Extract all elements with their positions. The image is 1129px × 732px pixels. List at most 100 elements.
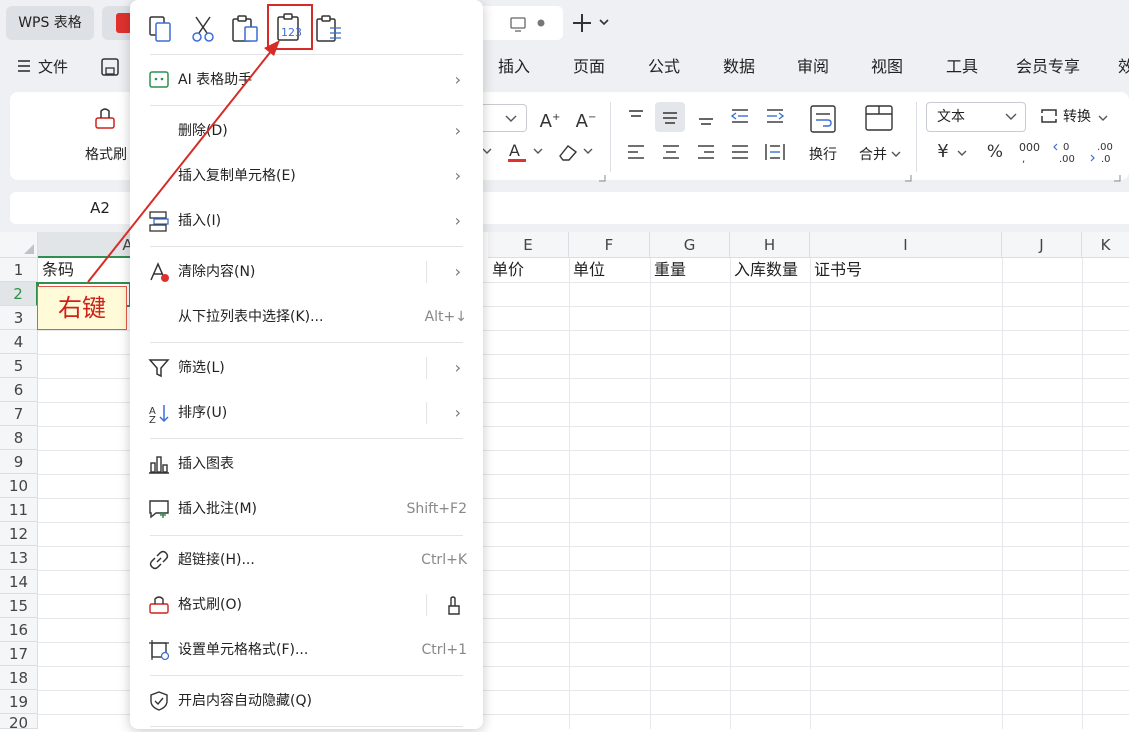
menu-item-hyperlink[interactable]: 超链接(H)... Ctrl+K xyxy=(130,544,483,576)
merge-cells-label[interactable]: 合并 xyxy=(855,144,891,164)
merge-cells-icon[interactable] xyxy=(864,104,894,138)
align-top-icon[interactable] xyxy=(622,102,650,134)
row-header-13[interactable]: 13 xyxy=(0,546,38,570)
paste-icon[interactable] xyxy=(230,14,260,44)
menu-item-insert-comment[interactable]: 插入批注(M) Shift+F2 xyxy=(130,493,483,525)
row-header-8[interactable]: 8 xyxy=(0,426,38,450)
row-header-20[interactable]: 20 xyxy=(0,714,38,732)
clear-format-icon[interactable] xyxy=(556,140,596,170)
copy-icon[interactable] xyxy=(146,14,176,44)
menu-item-ai-assistant[interactable]: AI 表格助手 › xyxy=(130,64,483,96)
increase-indent-icon[interactable] xyxy=(761,102,789,134)
dropdown-arrow-icon[interactable] xyxy=(482,144,492,162)
menu-more[interactable]: 效 xyxy=(1118,46,1129,88)
row-header-19[interactable]: 19 xyxy=(0,690,38,714)
column-header-j[interactable]: J xyxy=(1002,232,1082,258)
menu-item-format-painter[interactable]: 格式刷(O) xyxy=(130,589,483,621)
decrease-font-icon[interactable]: A− xyxy=(574,105,598,135)
document-tab-tail[interactable] xyxy=(483,6,563,40)
save-icon[interactable] xyxy=(100,57,120,81)
cell-h1[interactable]: 入库数量 xyxy=(734,258,798,282)
row-header-12[interactable]: 12 xyxy=(0,522,38,546)
percent-icon[interactable]: % xyxy=(983,139,1007,165)
menu-view[interactable]: 视图 xyxy=(871,46,903,88)
menu-item-clear-contents[interactable]: 清除内容(N) › xyxy=(130,256,483,288)
distributed-align-icon[interactable] xyxy=(761,138,789,170)
select-all-corner[interactable] xyxy=(0,232,38,258)
cell-g1[interactable]: 重量 xyxy=(654,258,686,282)
wrap-text-label[interactable]: 换行 xyxy=(800,144,846,164)
paste-formula-icon[interactable] xyxy=(314,14,344,44)
wrap-text-icon[interactable] xyxy=(809,104,837,138)
row-header-10[interactable]: 10 xyxy=(0,474,38,498)
menu-item-pick-from-list[interactable]: 从下拉列表中选择(K)... Alt+↓ xyxy=(130,301,483,333)
cell-e1[interactable]: 单价 xyxy=(492,258,524,282)
menu-tools[interactable]: 工具 xyxy=(946,46,978,88)
format-painter-label[interactable]: 格式刷 xyxy=(78,144,134,164)
menu-file[interactable]: 文件 xyxy=(38,46,68,88)
convert-label[interactable]: 转换 xyxy=(1063,105,1091,129)
row-header-3[interactable]: 3 xyxy=(0,306,38,330)
cell-i1[interactable]: 证书号 xyxy=(814,258,862,282)
column-header-f[interactable]: F xyxy=(569,232,650,258)
align-bottom-icon[interactable] xyxy=(692,102,720,134)
new-tab-icon[interactable] xyxy=(572,10,612,36)
menu-item-filter[interactable]: 筛选(L) › xyxy=(130,352,483,384)
menu-formula[interactable]: 公式 xyxy=(648,46,680,88)
menu-member[interactable]: 会员专享 xyxy=(1016,46,1080,88)
currency-dropdown-icon[interactable] xyxy=(957,146,967,162)
cell-f1[interactable]: 单位 xyxy=(573,258,605,282)
merge-dropdown-icon[interactable] xyxy=(891,148,901,164)
format-painter-icon[interactable] xyxy=(92,106,118,136)
column-header-k[interactable]: K xyxy=(1082,232,1129,258)
menu-item-auto-hide[interactable]: 开启内容自动隐藏(Q) xyxy=(130,685,483,717)
cell-a1[interactable]: 条码 xyxy=(42,258,74,282)
row-header-18[interactable]: 18 xyxy=(0,666,38,690)
row-header-2[interactable]: 2 xyxy=(0,282,38,306)
align-right-icon[interactable] xyxy=(692,138,720,170)
align-left-icon[interactable] xyxy=(622,138,650,170)
row-header-6[interactable]: 6 xyxy=(0,378,38,402)
row-header-1[interactable]: 1 xyxy=(0,258,38,282)
row-header-16[interactable]: 16 xyxy=(0,618,38,642)
thousands-separator-icon[interactable]: 000, xyxy=(1017,138,1045,170)
justify-icon[interactable] xyxy=(726,138,754,170)
row-header-7[interactable]: 7 xyxy=(0,402,38,426)
menu-review[interactable]: 审阅 xyxy=(797,46,829,88)
menu-item-insert-copied-cells[interactable]: 插入复制单元格(E) › xyxy=(130,160,483,192)
increase-font-icon[interactable]: A+ xyxy=(538,105,562,135)
hamburger-menu-icon[interactable] xyxy=(18,58,32,78)
menu-insert[interactable]: 插入 xyxy=(498,46,530,88)
menu-item-sort[interactable]: AZ 排序(U) › xyxy=(130,397,483,429)
column-header-h[interactable]: H xyxy=(730,232,810,258)
convert-icon[interactable] xyxy=(1038,104,1060,132)
menu-data[interactable]: 数据 xyxy=(723,46,755,88)
column-header-i[interactable]: I xyxy=(810,232,1002,258)
column-header-g[interactable]: G xyxy=(650,232,730,258)
increase-decimal-icon[interactable]: 0.00 xyxy=(1053,138,1081,170)
menu-item-delete[interactable]: 删除(D) › xyxy=(130,115,483,147)
cut-icon[interactable] xyxy=(188,14,218,44)
align-middle-icon[interactable] xyxy=(655,102,685,132)
number-format-dropdown[interactable]: 文本 xyxy=(926,102,1026,132)
row-header-11[interactable]: 11 xyxy=(0,498,38,522)
convert-dropdown-icon[interactable] xyxy=(1098,111,1108,127)
row-header-5[interactable]: 5 xyxy=(0,354,38,378)
decrease-decimal-icon[interactable]: .00.0 xyxy=(1089,138,1117,170)
align-center-icon[interactable] xyxy=(657,138,685,170)
row-header-17[interactable]: 17 xyxy=(0,642,38,666)
paste-values-icon[interactable]: 123 xyxy=(275,12,307,44)
font-size-dropdown[interactable] xyxy=(483,104,527,132)
font-color-icon[interactable]: A xyxy=(506,140,546,170)
decrease-indent-icon[interactable] xyxy=(726,102,754,134)
currency-icon[interactable]: ¥ xyxy=(932,139,954,165)
menu-page[interactable]: 页面 xyxy=(573,46,605,88)
brush-icon[interactable] xyxy=(443,594,465,620)
column-header-e[interactable]: E xyxy=(488,232,569,258)
row-header-9[interactable]: 9 xyxy=(0,450,38,474)
app-tab[interactable]: WPS 表格 xyxy=(6,6,94,40)
menu-item-insert[interactable]: 插入(I) › xyxy=(130,205,483,237)
row-header-4[interactable]: 4 xyxy=(0,330,38,354)
menu-item-insert-chart[interactable]: 插入图表 xyxy=(130,448,483,480)
menu-item-format-cells[interactable]: 设置单元格格式(F)... Ctrl+1 xyxy=(130,634,483,666)
